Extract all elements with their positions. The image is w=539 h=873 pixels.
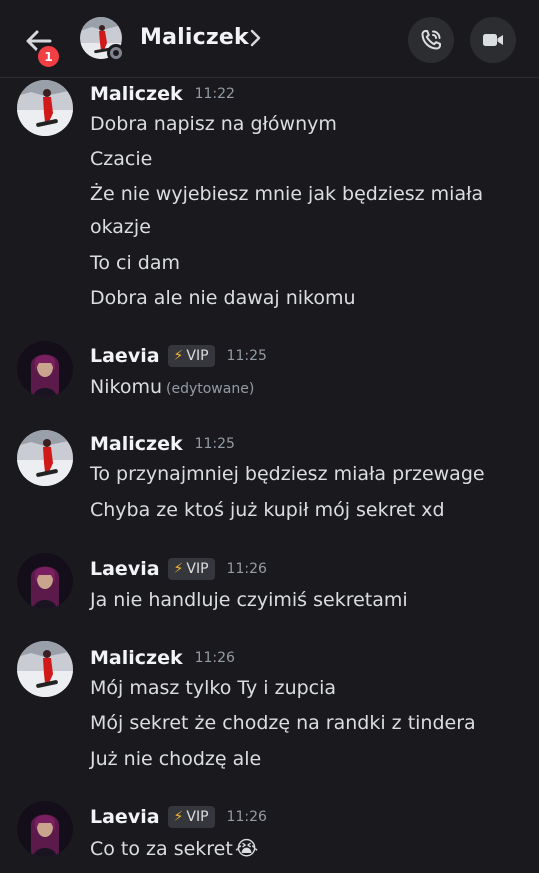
offline-status-icon <box>107 44 125 62</box>
message-text: Dobra napisz na głównym <box>90 113 337 135</box>
avatar[interactable] <box>17 553 73 609</box>
message-text: Mój masz tylko Ty i zupcia <box>90 677 337 699</box>
message-text: Dobra ale nie dawaj nikomu <box>90 287 356 309</box>
message-body: Nikomu <box>90 376 162 398</box>
vip-badge[interactable]: ⚡ VIP <box>167 345 215 367</box>
vip-label: VIP <box>186 348 209 364</box>
lightning-icon: ⚡ <box>173 561 184 577</box>
message-text: Już nie chodzę ale <box>90 748 262 770</box>
avatar[interactable] <box>17 341 73 397</box>
message-text: To przynajmniej będziesz miała przewage <box>90 463 485 485</box>
vip-label: VIP <box>186 561 209 577</box>
voice-call-button[interactable] <box>408 17 454 63</box>
message-meta: Laevia ⚡ VIP 11:26 <box>90 804 267 830</box>
username[interactable]: Maliczek <box>90 83 183 105</box>
message-meta: Maliczek 11:26 <box>90 645 235 671</box>
message-text: Mój sekret że chodzę na randki z tindera <box>90 712 476 734</box>
edited-label: (edytowane) <box>166 381 255 397</box>
message-text: okazje <box>90 216 151 238</box>
video-call-button[interactable] <box>470 17 516 63</box>
username[interactable]: Maliczek <box>90 647 183 669</box>
message-meta: Laevia ⚡ VIP 11:25 <box>90 343 267 369</box>
timestamp: 11:25 <box>226 348 267 364</box>
avatar[interactable] <box>17 801 73 857</box>
username[interactable]: Laevia <box>90 345 160 367</box>
chevron-right-icon[interactable] <box>249 28 263 48</box>
message-body: Co to za sekret <box>90 838 233 860</box>
unread-badge: 1 <box>35 43 62 70</box>
message-text: To ci dam <box>90 252 181 274</box>
message-meta: Laevia ⚡ VIP 11:26 <box>90 556 267 582</box>
username[interactable]: Laevia <box>90 806 160 828</box>
message-meta: Maliczek 11:25 <box>90 431 235 457</box>
timestamp: 11:25 <box>194 436 235 452</box>
timestamp: 11:26 <box>226 809 267 825</box>
timestamp: 11:22 <box>194 86 235 102</box>
contact-name[interactable]: Maliczek <box>140 25 249 50</box>
lightning-icon: ⚡ <box>173 809 184 825</box>
timestamp: 11:26 <box>194 650 235 666</box>
avatar[interactable] <box>17 80 73 136</box>
username[interactable]: Laevia <box>90 558 160 580</box>
username[interactable]: Maliczek <box>90 433 183 455</box>
phone-icon <box>421 30 441 50</box>
vip-badge[interactable]: ⚡ VIP <box>167 806 215 828</box>
crying-face-emoji: 😭 <box>234 836 259 860</box>
video-camera-icon <box>483 34 503 46</box>
chat-header: 1 Maliczek <box>0 0 539 78</box>
vip-label: VIP <box>186 809 209 825</box>
lightning-icon: ⚡ <box>173 348 184 364</box>
message-text: Czacie <box>90 148 153 170</box>
message-text: Ja nie handluje czyimiś sekretami <box>90 589 408 611</box>
message-text: Nikomu (edytowane) <box>90 374 254 402</box>
message-text: Co to za sekret 😭 <box>90 835 258 862</box>
message-meta: Maliczek 11:22 <box>90 81 235 107</box>
timestamp: 11:26 <box>226 561 267 577</box>
vip-badge[interactable]: ⚡ VIP <box>167 558 215 580</box>
message-text: Chyba ze ktoś już kupił mój sekret xd <box>90 499 445 521</box>
avatar[interactable] <box>17 430 73 486</box>
avatar[interactable] <box>17 641 73 697</box>
message-text: Że nie wyjebiesz mnie jak będziesz miała <box>90 183 484 205</box>
